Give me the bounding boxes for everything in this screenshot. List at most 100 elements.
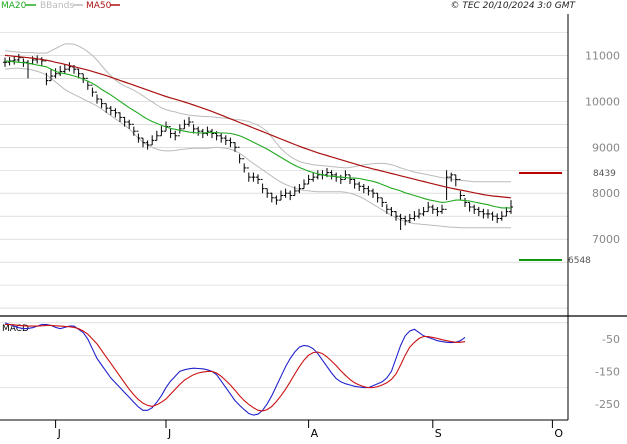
bb-lower-line: [4, 67, 511, 229]
ohlc-bar: [495, 213, 500, 224]
ohlc-bar: [67, 62, 72, 72]
ohlc-bar: [251, 172, 256, 182]
ohlc-bar: [187, 116, 191, 127]
ohlc-bar: [444, 170, 449, 210]
chart-svg: 7000800090001000011000 MACD-50-150-250 J…: [0, 1, 627, 440]
ohlc-bar: [329, 170, 334, 180]
x-axis: JJASO: [55, 420, 563, 440]
x-tick-label: A: [311, 427, 319, 440]
macd-panel: MACD-50-150-250: [2, 322, 620, 416]
frame: [0, 14, 627, 421]
x-tick-label: J: [167, 427, 171, 440]
ohlc-bar: [260, 178, 265, 194]
macd-tick-label: -50: [602, 333, 620, 346]
ohlc-bar: [141, 137, 145, 148]
ohlc-bar: [62, 64, 67, 74]
ohlc-bar: [509, 200, 513, 214]
legend: MA20 BBands MA50: [1, 1, 120, 11]
ohlc-bar: [131, 123, 136, 136]
ohlc-bar: [486, 209, 490, 219]
ohlc-bar: [191, 121, 196, 134]
ohlc-bar: [315, 170, 320, 180]
ohlc-bar: [196, 126, 201, 136]
ohlc-bar: [58, 65, 63, 77]
ohlc-bar: [426, 201, 431, 213]
y-tick-label: 11000: [585, 49, 620, 62]
ohlc-bar: [472, 204, 477, 214]
x-tick-label: O: [554, 427, 563, 440]
ohlc-bar: [417, 208, 421, 219]
x-tick-label: J: [57, 427, 61, 440]
ohlc-bar: [53, 68, 58, 79]
y-axis: 7000 8000 9000 10000 11000: [585, 49, 620, 246]
ohlc-bar: [338, 174, 343, 185]
macd-tick-label: -150: [595, 365, 620, 378]
grid: [0, 32, 568, 388]
ohlc-bar: [223, 135, 228, 145]
ohlc-bar: [279, 190, 283, 201]
y-tick-label: 7000: [592, 233, 620, 246]
ohlc-bar: [348, 174, 352, 185]
ohlc-bar: [430, 204, 435, 214]
macd-line: [4, 322, 466, 416]
ohlc-bar: [453, 174, 458, 187]
legend-bbands-label: BBands: [40, 1, 74, 11]
ohlc-bar: [228, 137, 233, 148]
legend-ma20-label: MA20: [1, 1, 27, 11]
ohlc-bar: [421, 207, 426, 217]
ohlc-bar: [150, 135, 155, 146]
ohlc-bar: [145, 140, 150, 150]
y-tick-label: 9000: [592, 141, 620, 154]
ohlc-bar: [288, 190, 293, 201]
ohlc-bar: [440, 204, 444, 214]
support-label: 6548: [568, 256, 591, 266]
y-tick-label: 8000: [592, 187, 620, 200]
macd-signal-line: [5, 323, 466, 412]
ohlc-bar: [375, 192, 380, 203]
ohlc-bar: [467, 201, 472, 212]
ohlc-bar: [95, 91, 99, 104]
ohlc-bar: [122, 116, 127, 127]
ohlc-bar: [302, 179, 306, 190]
bollinger-bands: [4, 43, 511, 229]
ohlc-bar: [274, 195, 279, 205]
ohlc-bar: [90, 84, 95, 97]
ohlc-bar: [435, 207, 440, 217]
legend-ma50-label: MA50: [86, 1, 112, 11]
ohlc-bar: [39, 57, 44, 66]
ohlc-bar: [311, 172, 316, 182]
price-bars: [3, 53, 513, 230]
ohlc-bar: [44, 60, 49, 86]
ohlc-bar: [210, 128, 214, 139]
ohlc-bar: [12, 56, 17, 65]
ohlc-bar: [113, 108, 118, 118]
copyright-text: © TEC 20/10/2024 3:0 GMT: [450, 1, 576, 11]
ohlc-bar: [154, 130, 159, 141]
ma20-line: [4, 60, 511, 209]
macd-tick-label: -250: [595, 398, 620, 411]
bb-upper-line: [4, 43, 511, 183]
ohlc-bar: [219, 133, 224, 143]
ohlc-bar: [449, 172, 454, 182]
ohlc-bar: [237, 146, 242, 164]
x-tick-label: S: [435, 427, 442, 440]
ohlc-bar: [306, 174, 311, 185]
ohlc-bar: [481, 208, 486, 219]
ohlc-bar: [352, 178, 357, 189]
ohlc-bar: [357, 181, 362, 191]
ohlc-bar: [256, 174, 260, 185]
chart-root: 7000 8000 9000 10000 11000 MACD -50 -150 -250 J…: [0, 0, 627, 440]
ohlc-bar: [205, 126, 210, 136]
ohlc-bar: [269, 192, 274, 203]
resistance-label: 8439: [593, 169, 616, 179]
ohlc-bar: [99, 98, 104, 109]
ohlc-bar: [361, 184, 366, 194]
y-tick-label: 10000: [585, 95, 620, 108]
ohlc-bar: [380, 197, 385, 208]
ohlc-bar: [366, 185, 371, 196]
ohlc-bar: [108, 105, 113, 116]
ohlc-bar: [3, 57, 7, 67]
ohlc-bar: [159, 126, 164, 137]
ohlc-bar: [476, 207, 481, 217]
ohlc-bar: [173, 130, 178, 141]
